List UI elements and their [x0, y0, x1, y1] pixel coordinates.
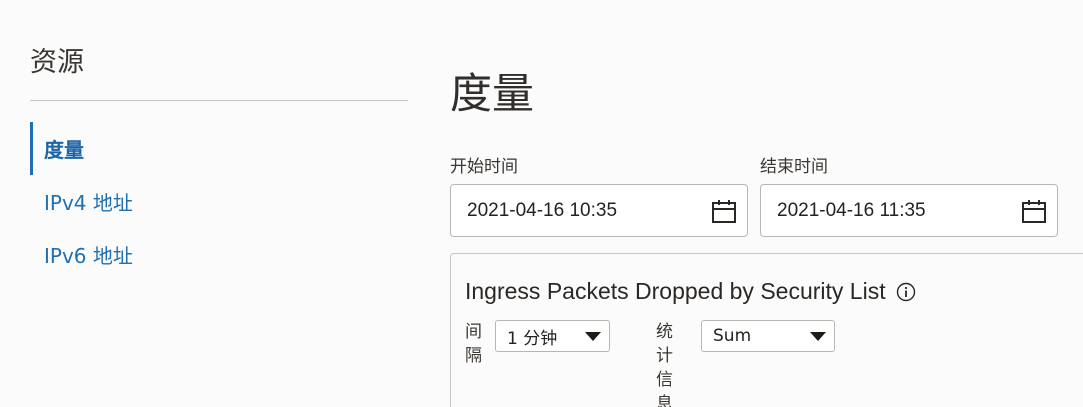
- statistic-select-value: Sum: [713, 326, 752, 346]
- interval-label-char: 间: [465, 322, 482, 342]
- resources-nav: 度量 IPv4 地址 IPv6 地址: [30, 122, 408, 281]
- sidebar-item-label: 度量: [44, 138, 84, 162]
- interval-label-char: 隔: [465, 346, 482, 366]
- interval-label: 间 隔: [465, 320, 485, 368]
- resources-title: 资源: [30, 47, 84, 78]
- start-time-label: 开始时间: [450, 157, 518, 177]
- resources-divider: [30, 100, 408, 101]
- statistic-label-char: 计: [656, 346, 673, 366]
- interval-select[interactable]: 1 分钟: [495, 320, 610, 352]
- end-time-label: 结束时间: [760, 157, 828, 177]
- statistic-label-char: 息: [656, 394, 673, 407]
- sidebar-item-ipv6-addresses[interactable]: IPv6 地址: [30, 228, 408, 281]
- statistic-select[interactable]: Sum: [701, 320, 835, 352]
- metric-chart-card: Ingress Packets Dropped by Security List…: [450, 253, 1083, 407]
- info-icon[interactable]: [896, 282, 916, 302]
- statistic-label-char: 统: [656, 322, 673, 342]
- interval-select-value: 1 分钟: [507, 328, 558, 349]
- chevron-down-icon: [810, 332, 826, 341]
- metric-title-row: Ingress Packets Dropped by Security List: [465, 278, 916, 305]
- sidebar-item-metrics[interactable]: 度量: [30, 122, 408, 175]
- statistic-label: 统 计 信 息: [656, 320, 676, 407]
- sidebar-item-label: IPv4 地址: [44, 191, 133, 215]
- start-time-value: 2021-04-16 10:35: [467, 199, 618, 221]
- start-time-input[interactable]: 2021-04-16 10:35: [450, 184, 748, 237]
- calendar-icon[interactable]: [1021, 198, 1047, 224]
- end-time-input[interactable]: 2021-04-16 11:35: [760, 184, 1058, 237]
- chevron-down-icon: [585, 332, 601, 341]
- page-title: 度量: [450, 69, 535, 118]
- sidebar-item-ipv4-addresses[interactable]: IPv4 地址: [30, 175, 408, 228]
- statistic-label-char: 信: [656, 370, 673, 390]
- sidebar-item-label: IPv6 地址: [44, 244, 133, 268]
- calendar-icon[interactable]: [711, 198, 737, 224]
- metric-title: Ingress Packets Dropped by Security List: [465, 278, 886, 304]
- end-time-value: 2021-04-16 11:35: [777, 199, 926, 221]
- metrics-page: 资源 度量 IPv4 地址 IPv6 地址 度量 开始时间 2021-04-16…: [0, 0, 1083, 407]
